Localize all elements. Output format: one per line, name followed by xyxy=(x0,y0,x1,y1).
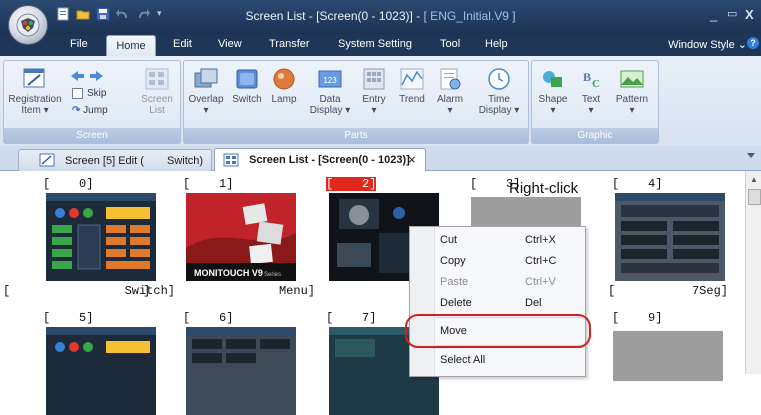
tab-file[interactable]: File xyxy=(70,38,88,50)
screen-number: [ 6] xyxy=(183,311,234,325)
skip-checkbox[interactable]: Skip xyxy=(72,88,106,99)
screen-thumbnail: MONITOUCH V9 Series xyxy=(186,193,296,281)
menu-item-copy[interactable]: Copy Ctrl+C xyxy=(410,250,585,272)
tab-edit[interactable]: Edit xyxy=(173,38,192,50)
switch-icon xyxy=(236,69,258,89)
tab-help[interactable]: Help xyxy=(485,38,508,50)
lamp-icon xyxy=(273,68,295,90)
svg-text:C: C xyxy=(592,78,600,90)
shape-button[interactable]: Shape ▾ xyxy=(536,67,570,116)
alarm-icon xyxy=(440,68,461,90)
screen-thumbnail xyxy=(615,193,725,281)
pattern-icon xyxy=(620,70,644,88)
prev-next-arrows-icon[interactable] xyxy=(70,69,104,83)
time-display-button[interactable]: Time Display ▾ xyxy=(474,67,524,116)
screen-edit-icon xyxy=(39,153,55,167)
jump-arrow-icon: ↷ xyxy=(72,105,81,116)
tab-view[interactable]: View xyxy=(218,38,242,50)
monitouch-logo-text: MONITOUCH V9 xyxy=(194,268,263,278)
text-button[interactable]: BC Text ▾ xyxy=(574,67,608,116)
context-menu: Cut Ctrl+X Copy Ctrl+C Paste Ctrl+V Delete D… xyxy=(409,226,586,377)
switch-button[interactable]: Switch xyxy=(230,67,264,105)
tab-screen-edit-label: Screen [5] Edit ( xyxy=(65,155,144,167)
tab-transfer[interactable]: Transfer xyxy=(269,38,310,50)
overlap-icon xyxy=(194,68,218,88)
ribbon-group-screen: Registration Item ▾ Skip ↷ Jump Screen L… xyxy=(3,60,181,144)
close-icon[interactable]: X xyxy=(745,7,754,22)
window-style-menu[interactable]: Window Style ⌄ xyxy=(668,38,747,51)
registration-item-icon xyxy=(23,68,45,88)
group-label-parts: Parts xyxy=(184,128,528,143)
tab-tool[interactable]: Tool xyxy=(440,38,460,50)
menu-item-select-all[interactable]: Select All xyxy=(410,349,585,371)
tab-system-setting[interactable]: System Setting xyxy=(338,38,412,50)
skip-checkbox-box[interactable] xyxy=(72,88,83,99)
screen-number: [ 4] xyxy=(612,177,663,191)
tab-list-dropdown-icon[interactable] xyxy=(747,153,755,158)
screen-number: [ 0] xyxy=(43,177,94,191)
close-tab-icon[interactable]: × xyxy=(408,152,416,167)
screen-thumbnail xyxy=(186,327,296,415)
window-title: Screen List - [Screen(0 - 1023)] - [ ENG… xyxy=(245,9,516,23)
entry-icon xyxy=(363,68,385,90)
menu-item-cut[interactable]: Cut Ctrl+X xyxy=(410,229,585,251)
svg-text:B: B xyxy=(583,70,591,84)
screen-number: [ 5] xyxy=(43,311,94,325)
clock-icon xyxy=(488,68,510,90)
group-label-graphic: Graphic xyxy=(532,128,658,143)
tab-screen-list-label: Screen List - [Screen(0 - 1023)] xyxy=(249,154,410,166)
screen-number: [ 9] xyxy=(612,311,663,325)
right-click-annotation: Right-click xyxy=(509,180,579,197)
move-highlight-callout xyxy=(405,314,591,348)
scroll-thumb[interactable] xyxy=(748,189,761,205)
tab-screen-edit-suffix: Switch) xyxy=(167,155,204,167)
scroll-up-icon[interactable]: ▲ xyxy=(746,175,761,184)
trend-icon xyxy=(400,68,424,90)
tab-home[interactable]: Home xyxy=(106,35,156,57)
menu-item-delete[interactable]: Delete Del xyxy=(410,292,585,314)
app-logo-icon xyxy=(16,13,40,37)
overlap-button[interactable]: Overlap ▾ xyxy=(186,67,226,116)
menu-item-paste[interactable]: Paste Ctrl+V xyxy=(410,271,585,293)
screen-thumbnail xyxy=(46,193,156,281)
help-icon[interactable]: ? xyxy=(747,37,759,49)
shape-icon xyxy=(543,71,562,87)
ribbon-group-graphic: Shape ▾ BC Text ▾ Pattern ▾ Graphic xyxy=(531,60,659,144)
application-menu-button[interactable] xyxy=(8,5,48,45)
lamp-button[interactable]: Lamp xyxy=(268,67,300,105)
data-display-button[interactable]: 123 Data Display ▾ xyxy=(308,67,352,116)
trend-button[interactable]: Trend xyxy=(394,67,430,105)
screen-list-tab-icon xyxy=(223,153,239,167)
jump-button[interactable]: ↷ Jump xyxy=(72,105,108,116)
registration-item-button[interactable]: Registration Item ▾ xyxy=(6,67,64,116)
entry-button[interactable]: Entry ▾ xyxy=(356,67,392,116)
minimize-icon[interactable]: _ xyxy=(710,7,717,22)
screen-list-grid: [ 0] [Switch] [ 1] MONITOUCH V9 Series]… xyxy=(0,171,745,415)
series-logo-text: Series xyxy=(264,272,281,278)
svg-text:123: 123 xyxy=(323,76,337,85)
screen-number-selected: [ 2] xyxy=(326,177,377,191)
screen-number: [ 7] xyxy=(326,311,377,325)
ribbon-group-parts: Overlap ▾ Switch Lamp 123 Data Display ▾ … xyxy=(183,60,529,144)
screen-list-icon xyxy=(145,68,169,90)
tab-screen-list[interactable]: Screen List - [Screen(0 - 1023)] × xyxy=(214,148,426,172)
text-icon: BC xyxy=(583,70,600,90)
alarm-button[interactable]: Alarm ▾ xyxy=(432,67,468,116)
pattern-button[interactable]: Pattern ▾ xyxy=(612,67,652,116)
vertical-scrollbar[interactable]: ▲ xyxy=(745,171,761,374)
group-label-screen: Screen xyxy=(4,128,180,143)
tab-screen-edit[interactable]: Screen [5] Edit ( Switch) xyxy=(18,149,212,171)
data-display-icon: 123 xyxy=(318,70,342,88)
screen-thumbnail xyxy=(46,327,156,415)
maximize-icon[interactable]: ▭ xyxy=(727,7,737,20)
screen-number: [ 1] xyxy=(183,177,234,191)
screen-list-button[interactable]: Screen List xyxy=(136,67,178,116)
